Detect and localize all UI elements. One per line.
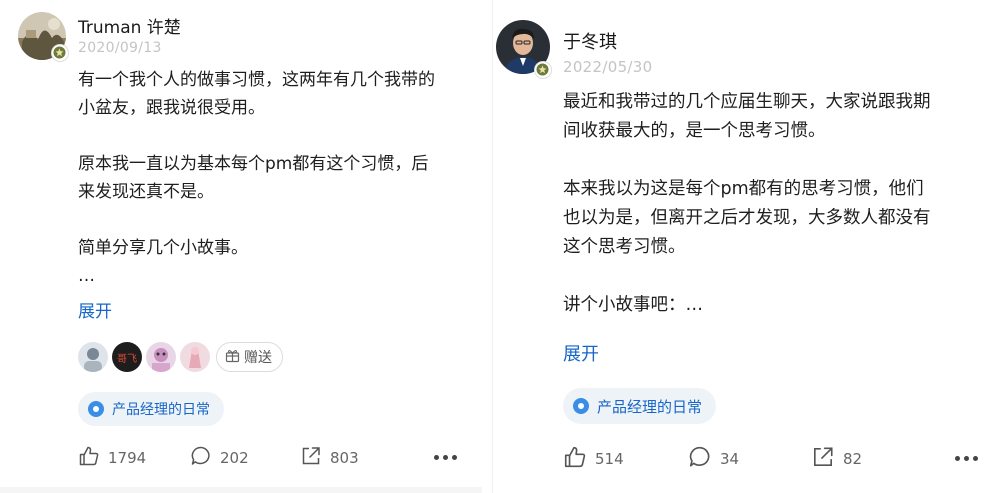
- comment-button[interactable]: 202: [190, 445, 249, 471]
- post-card: Truman 许楚 2020/09/13 有一个我个人的做事习惯，这两年有几个我…: [0, 0, 482, 493]
- liker-avatars: 哥飞 赠送: [78, 342, 283, 372]
- post-date: 2020/09/13: [78, 40, 162, 56]
- gift-icon: [225, 348, 244, 367]
- thumbs-up-icon: [78, 445, 108, 471]
- more-icon[interactable]: [955, 456, 978, 461]
- thumbs-up-icon: [563, 445, 595, 473]
- comment-count: 202: [220, 449, 249, 467]
- body-line: 小盆友，跟我说很受用。: [78, 98, 265, 118]
- topic-tag[interactable]: 产品经理的日常: [563, 388, 717, 424]
- share-count: 82: [843, 450, 863, 468]
- comment-count: 34: [720, 450, 740, 468]
- body-line: 原本我一直以为基本每个pm都有这个习惯，后: [78, 154, 429, 174]
- expand-link[interactable]: 展开: [563, 340, 599, 366]
- body-line: 本来我以为这是每个pm都有的思考习惯，他们: [563, 179, 924, 199]
- expand-link[interactable]: 展开: [78, 297, 112, 322]
- gift-button[interactable]: 赠送: [216, 342, 283, 372]
- like-count: 514: [595, 450, 624, 468]
- body-line: 简单分享几个小故事。: [78, 238, 248, 258]
- comment-icon: [688, 445, 720, 473]
- liker-avatar[interactable]: [180, 342, 210, 372]
- share-icon: [300, 445, 330, 471]
- share-button[interactable]: 803: [300, 445, 359, 471]
- like-count: 1794: [108, 449, 147, 467]
- liker-avatar[interactable]: 哥飞: [112, 342, 142, 372]
- share-button[interactable]: 82: [811, 445, 862, 473]
- comment-icon: [190, 445, 220, 471]
- liker-avatar[interactable]: [78, 342, 108, 372]
- user-name[interactable]: 于冬琪: [563, 28, 617, 54]
- topic-label: 产品经理的日常: [597, 397, 703, 416]
- body-line: 有一个我个人的做事习惯，这两年有几个我带的: [78, 70, 435, 90]
- topic-icon: [573, 398, 589, 414]
- topic-tag[interactable]: 产品经理的日常: [78, 392, 224, 426]
- body-line: 讲个小故事吧：…: [563, 295, 703, 315]
- post-body: 有一个我个人的做事习惯，这两年有几个我带的 小盆友，跟我说很受用。 原本我一直以…: [78, 66, 435, 290]
- verified-badge-icon: [535, 62, 551, 78]
- gift-label: 赠送: [244, 350, 272, 366]
- body-line: 最近和我带过的几个应届生聊天，大家说跟我期: [563, 92, 931, 112]
- body-line: 来发现还真不是。: [78, 182, 214, 202]
- liker-avatar[interactable]: [146, 342, 176, 372]
- liker-avatar-label: 哥飞: [117, 353, 137, 365]
- like-button[interactable]: 514: [563, 445, 624, 473]
- body-line: 也以为是，但离开之后才发现，大多数人都没有: [563, 208, 931, 228]
- user-name[interactable]: Truman 许楚: [78, 13, 181, 38]
- post-body: 最近和我带过的几个应届生聊天，大家说跟我期 间收获最大的，是一个思考习惯。 本来…: [563, 88, 931, 320]
- like-button[interactable]: 1794: [78, 445, 146, 471]
- more-icon[interactable]: [434, 455, 457, 460]
- share-icon: [811, 445, 843, 473]
- topic-label: 产品经理的日常: [112, 402, 210, 418]
- body-line: …: [78, 266, 95, 286]
- post-date: 2022/05/30: [563, 58, 653, 76]
- body-line: 这个思考习惯。: [563, 237, 686, 257]
- share-count: 803: [330, 449, 359, 467]
- body-line: 间收获最大的，是一个思考习惯。: [563, 121, 826, 141]
- divider: [0, 487, 482, 493]
- topic-icon: [88, 401, 104, 417]
- comment-button[interactable]: 34: [688, 445, 739, 473]
- verified-badge-icon: [52, 45, 68, 61]
- post-card: 于冬琪 2022/05/30 最近和我带过的几个应届生聊天，大家说跟我期 间收获…: [492, 0, 1000, 493]
